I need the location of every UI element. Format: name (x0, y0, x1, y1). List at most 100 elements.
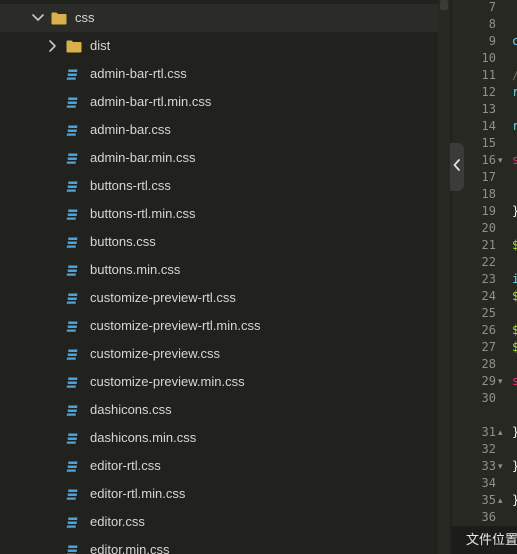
line-number: 11 (481, 68, 496, 82)
tree-file[interactable]: editor.css (0, 508, 438, 536)
tree-file[interactable]: customize-preview.min.css (0, 368, 438, 396)
code-fragment: } (512, 492, 517, 509)
tree-item-label: dist (90, 38, 111, 53)
editor-window: css dist admin-bar-rtl.css admin-bar-rtl.mi… (0, 0, 517, 554)
code-fragment: r (512, 85, 517, 99)
tree-file[interactable]: editor.min.css (0, 536, 438, 554)
line-number: 9 (488, 34, 496, 48)
css-file-icon (66, 544, 79, 554)
chevron-down-icon[interactable] (31, 11, 45, 25)
css-file-icon (66, 124, 79, 137)
code-fragment: r (512, 119, 517, 133)
tree-item-label: admin-bar-rtl.css (90, 66, 187, 81)
line-number: 10 (481, 51, 496, 65)
line-number (452, 407, 496, 424)
tree-file[interactable]: buttons.min.css (0, 256, 438, 284)
line-number: 27 (481, 340, 496, 354)
bottom-panel[interactable]: 文件位置 (452, 526, 517, 554)
tree-file[interactable]: admin-bar-rtl.css (0, 60, 438, 88)
tree-item-label: dashicons.css (90, 402, 172, 417)
fold-marker-icon[interactable]: ▴ (498, 492, 506, 509)
line-number: 36 (481, 510, 496, 524)
css-file-icon (66, 292, 79, 305)
code-fragment: s (512, 153, 517, 167)
code-fragment: } (512, 424, 517, 441)
tree-file[interactable]: buttons-rtl.css (0, 172, 438, 200)
tree-file[interactable]: buttons-rtl.min.css (0, 200, 438, 228)
css-file-icon (66, 208, 79, 221)
code-fragment: i (512, 272, 517, 286)
code-fragment: $ (512, 289, 517, 303)
tree-item-label: admin-bar-rtl.min.css (90, 94, 212, 109)
tree-item-label: admin-bar.css (90, 122, 171, 137)
code-fragment: $ (512, 340, 517, 354)
tree-file[interactable]: customize-preview-rtl.css (0, 284, 438, 312)
line-number: 19 (481, 204, 496, 218)
code-fragment: } (512, 203, 517, 220)
tree-file[interactable]: dashicons.css (0, 396, 438, 424)
tree-item-label: customize-preview-rtl.min.css (90, 318, 261, 333)
line-number: 20 (481, 221, 496, 235)
line-number: 7 (488, 0, 496, 14)
tree-item-label: dashicons.min.css (90, 430, 197, 445)
css-file-icon (66, 404, 79, 417)
tree-item-label: customize-preview-rtl.css (90, 290, 236, 305)
tree-file[interactable]: editor-rtl.min.css (0, 480, 438, 508)
collapse-sidebar-button[interactable] (450, 143, 464, 191)
tree-file[interactable]: admin-bar-rtl.min.css (0, 88, 438, 116)
tree-item-label: editor.css (90, 514, 145, 529)
css-file-icon (66, 432, 79, 445)
tree-item-label: customize-preview.min.css (90, 374, 245, 389)
tree-item-label: buttons-rtl.min.css (90, 206, 196, 221)
folder-icon (66, 40, 82, 53)
line-number: 12 (481, 85, 496, 99)
line-number: 29 (481, 374, 496, 388)
tree-file[interactable]: admin-bar.min.css (0, 144, 438, 172)
css-file-icon (66, 96, 79, 109)
code-fragment: / (512, 67, 517, 84)
fold-marker-icon[interactable]: ▾ (498, 458, 506, 475)
css-file-icon (66, 264, 79, 277)
editor-gutter: 789c1011/12r1314r1516▾s171819}2021$2223i… (452, 0, 517, 554)
code-fragment: s (512, 374, 517, 388)
file-tree: css dist admin-bar-rtl.css admin-bar-rtl.mi… (0, 0, 438, 554)
line-number: 25 (481, 306, 496, 320)
code-fragment: } (512, 458, 517, 475)
tree-item-label: css (75, 10, 95, 25)
tree-item-label: editor-rtl.css (90, 458, 161, 473)
tree-scrollbar-thumb[interactable] (440, 0, 448, 10)
css-file-icon (66, 152, 79, 165)
css-file-icon (66, 376, 79, 389)
code-fragment: $ (512, 238, 517, 252)
line-number: 21 (481, 238, 496, 252)
css-file-icon (66, 488, 79, 501)
tree-file[interactable]: dashicons.min.css (0, 424, 438, 452)
css-file-icon (66, 180, 79, 193)
tree-item-label: buttons-rtl.css (90, 178, 171, 193)
tree-item-label: editor.min.css (90, 542, 170, 554)
tree-item-label: buttons.css (90, 234, 156, 249)
fold-marker-icon[interactable]: ▴ (498, 424, 506, 441)
line-number: 14 (481, 119, 496, 133)
tree-file[interactable]: buttons.css (0, 228, 438, 256)
css-file-icon (66, 516, 79, 529)
css-file-icon (66, 348, 79, 361)
tree-file[interactable]: customize-preview.css (0, 340, 438, 368)
line-number: 8 (488, 17, 496, 31)
tree-item-label: editor-rtl.min.css (90, 486, 186, 501)
tree-folder-css[interactable]: css (0, 4, 438, 32)
line-number: 30 (481, 391, 496, 405)
tree-file[interactable]: editor-rtl.css (0, 452, 438, 480)
fold-marker-icon[interactable]: ▾ (498, 152, 506, 169)
file-location-label: 文件位置 (466, 533, 517, 548)
tree-scrollbar[interactable] (438, 0, 450, 554)
folder-icon (51, 12, 67, 25)
tree-file[interactable]: customize-preview-rtl.min.css (0, 312, 438, 340)
fold-marker-icon[interactable]: ▾ (498, 373, 506, 390)
code-fragment: c (512, 34, 517, 48)
line-number: 35 (481, 493, 496, 507)
tree-file[interactable]: admin-bar.css (0, 116, 438, 144)
tree-item-label: buttons.min.css (90, 262, 181, 277)
chevron-right-icon[interactable] (46, 39, 60, 53)
tree-folder-dist[interactable]: dist (0, 32, 438, 60)
